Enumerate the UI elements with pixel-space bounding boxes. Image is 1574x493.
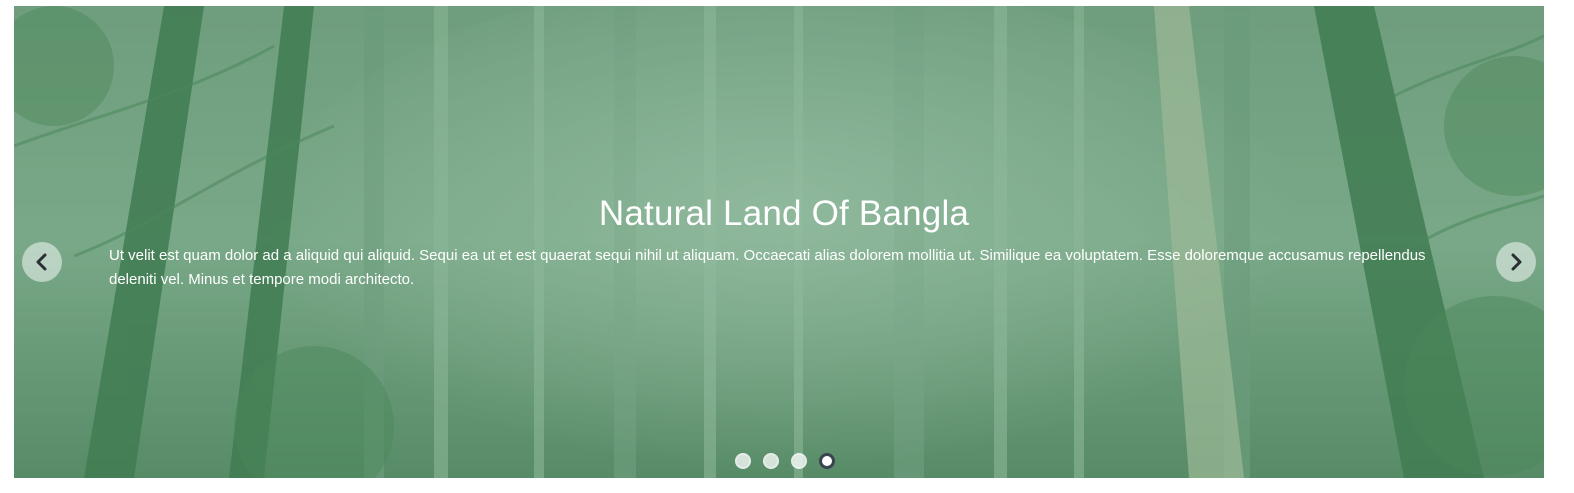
slide-caption: Natural Land Of Bangla Ut velit est quam… bbox=[109, 194, 1434, 292]
chevron-left-icon bbox=[36, 253, 47, 271]
slide-title: Natural Land Of Bangla bbox=[598, 194, 970, 233]
slide-description: Ut velit est quam dolor ad a aliquid qui… bbox=[109, 247, 1426, 288]
indicator-3[interactable] bbox=[791, 453, 807, 469]
carousel-indicators bbox=[14, 453, 1544, 469]
hero-carousel: Natural Land Of Bangla Ut velit est quam… bbox=[14, 6, 1544, 478]
indicator-2[interactable] bbox=[763, 453, 779, 469]
indicator-4-active[interactable] bbox=[819, 453, 835, 469]
chevron-right-icon bbox=[1511, 253, 1522, 271]
indicator-1[interactable] bbox=[735, 453, 751, 469]
carousel-prev-button[interactable] bbox=[22, 242, 62, 282]
carousel-next-button[interactable] bbox=[1496, 242, 1536, 282]
